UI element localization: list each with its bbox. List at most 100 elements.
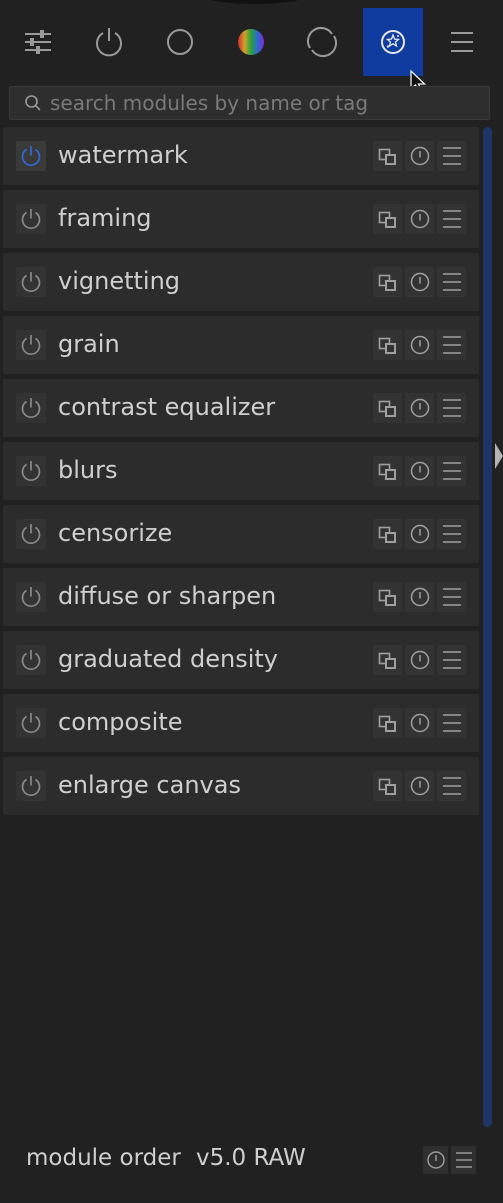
module-order-reset-button[interactable] bbox=[423, 1146, 448, 1174]
module-actions bbox=[373, 267, 466, 297]
module-reset-button[interactable] bbox=[405, 330, 434, 360]
module-reset-button[interactable] bbox=[405, 393, 434, 423]
module-name: composite bbox=[58, 708, 183, 736]
module-multi-instance-button[interactable] bbox=[373, 708, 402, 738]
module-power-button[interactable] bbox=[16, 456, 46, 486]
module-reset-button[interactable] bbox=[405, 708, 434, 738]
module-presets-button[interactable] bbox=[437, 141, 466, 171]
module-power-button[interactable] bbox=[16, 708, 46, 738]
module-presets-button[interactable] bbox=[437, 708, 466, 738]
module-order-presets-button[interactable] bbox=[451, 1146, 476, 1174]
module-row-composite[interactable]: composite bbox=[3, 694, 479, 752]
search-input[interactable] bbox=[50, 91, 470, 115]
multi-instance-icon bbox=[378, 400, 396, 417]
tab-quick-access[interactable] bbox=[8, 8, 68, 76]
module-name: enlarge canvas bbox=[58, 771, 241, 799]
module-row-framing[interactable]: framing bbox=[3, 190, 479, 248]
power-icon bbox=[21, 713, 41, 733]
module-multi-instance-button[interactable] bbox=[373, 771, 402, 801]
module-actions bbox=[373, 456, 466, 486]
module-reset-button[interactable] bbox=[405, 771, 434, 801]
tab-color[interactable] bbox=[221, 8, 281, 76]
module-multi-instance-button[interactable] bbox=[373, 456, 402, 486]
module-name: censorize bbox=[58, 519, 173, 547]
power-icon bbox=[21, 272, 41, 292]
module-actions bbox=[373, 393, 466, 423]
module-row-contrast-equalizer[interactable]: contrast equalizer bbox=[3, 379, 479, 437]
module-multi-instance-button[interactable] bbox=[373, 204, 402, 234]
module-reset-button[interactable] bbox=[405, 519, 434, 549]
module-multi-instance-button[interactable] bbox=[373, 519, 402, 549]
module-reset-button[interactable] bbox=[405, 582, 434, 612]
module-row-diffuse-or-sharpen[interactable]: diffuse or sharpen bbox=[3, 568, 479, 626]
module-multi-instance-button[interactable] bbox=[373, 141, 402, 171]
power-icon bbox=[21, 398, 41, 418]
module-multi-instance-button[interactable] bbox=[373, 267, 402, 297]
module-power-button[interactable] bbox=[16, 582, 46, 612]
reset-icon bbox=[410, 209, 429, 229]
module-power-button[interactable] bbox=[16, 771, 46, 801]
module-actions bbox=[373, 330, 466, 360]
hamburger-icon bbox=[442, 462, 461, 480]
module-group-tabs bbox=[0, 8, 503, 76]
hamburger-icon bbox=[442, 273, 461, 291]
module-presets-button[interactable] bbox=[437, 456, 466, 486]
module-reset-button[interactable] bbox=[405, 456, 434, 486]
scrollbar-thumb[interactable] bbox=[483, 127, 492, 1127]
tab-effect[interactable] bbox=[363, 8, 423, 76]
module-reset-button[interactable] bbox=[405, 141, 434, 171]
effect-icon bbox=[381, 30, 405, 54]
darkroom-modules-panel: watermark bbox=[0, 0, 503, 1203]
module-multi-instance-button[interactable] bbox=[373, 582, 402, 612]
panel-collapse-arrow-icon[interactable] bbox=[494, 441, 503, 471]
module-power-button[interactable] bbox=[16, 519, 46, 549]
module-multi-instance-button[interactable] bbox=[373, 645, 402, 675]
scrollbar[interactable] bbox=[483, 127, 492, 1127]
module-presets-button[interactable] bbox=[437, 645, 466, 675]
module-row-enlarge-canvas[interactable]: enlarge canvas bbox=[3, 757, 479, 815]
top-edge-decoration bbox=[205, 0, 305, 4]
module-multi-instance-button[interactable] bbox=[373, 393, 402, 423]
module-power-button[interactable] bbox=[16, 393, 46, 423]
module-power-button[interactable] bbox=[16, 204, 46, 234]
hamburger-icon bbox=[442, 336, 461, 354]
module-name: vignetting bbox=[58, 267, 181, 295]
module-presets-button[interactable] bbox=[437, 582, 466, 612]
hamburger-icon bbox=[442, 525, 461, 543]
reset-icon bbox=[426, 1151, 445, 1169]
tab-base[interactable] bbox=[150, 8, 210, 76]
module-row-censorize[interactable]: censorize bbox=[3, 505, 479, 563]
reset-icon bbox=[410, 587, 429, 607]
multi-instance-icon bbox=[378, 778, 396, 795]
module-presets-button[interactable] bbox=[437, 519, 466, 549]
hamburger-icon bbox=[442, 714, 461, 732]
module-presets-button[interactable] bbox=[437, 771, 466, 801]
module-reset-button[interactable] bbox=[405, 267, 434, 297]
module-presets-button[interactable] bbox=[437, 393, 466, 423]
multi-instance-icon bbox=[378, 274, 396, 291]
module-row-graduated-density[interactable]: graduated density bbox=[3, 631, 479, 689]
module-row-grain[interactable]: grain bbox=[3, 316, 479, 374]
sliders-icon bbox=[25, 30, 51, 54]
correct-icon bbox=[307, 27, 337, 57]
reset-icon bbox=[410, 713, 429, 733]
module-presets-button[interactable] bbox=[437, 204, 466, 234]
module-power-button[interactable] bbox=[16, 645, 46, 675]
power-icon bbox=[21, 776, 41, 796]
module-name: diffuse or sharpen bbox=[58, 582, 277, 610]
module-order-value[interactable]: v5.0 RAW bbox=[196, 1145, 306, 1171]
module-presets-button[interactable] bbox=[437, 330, 466, 360]
module-power-button[interactable] bbox=[16, 330, 46, 360]
module-row-blurs[interactable]: blurs bbox=[3, 442, 479, 500]
tab-correct[interactable] bbox=[292, 8, 352, 76]
module-reset-button[interactable] bbox=[405, 204, 434, 234]
module-power-button[interactable] bbox=[16, 141, 46, 171]
module-reset-button[interactable] bbox=[405, 645, 434, 675]
tab-active-modules[interactable] bbox=[79, 8, 139, 76]
module-row-vignetting[interactable]: vignetting bbox=[3, 253, 479, 311]
module-row-watermark[interactable]: watermark bbox=[3, 127, 479, 185]
module-multi-instance-button[interactable] bbox=[373, 330, 402, 360]
module-power-button[interactable] bbox=[16, 267, 46, 297]
tab-presets[interactable] bbox=[432, 8, 492, 76]
module-presets-button[interactable] bbox=[437, 267, 466, 297]
